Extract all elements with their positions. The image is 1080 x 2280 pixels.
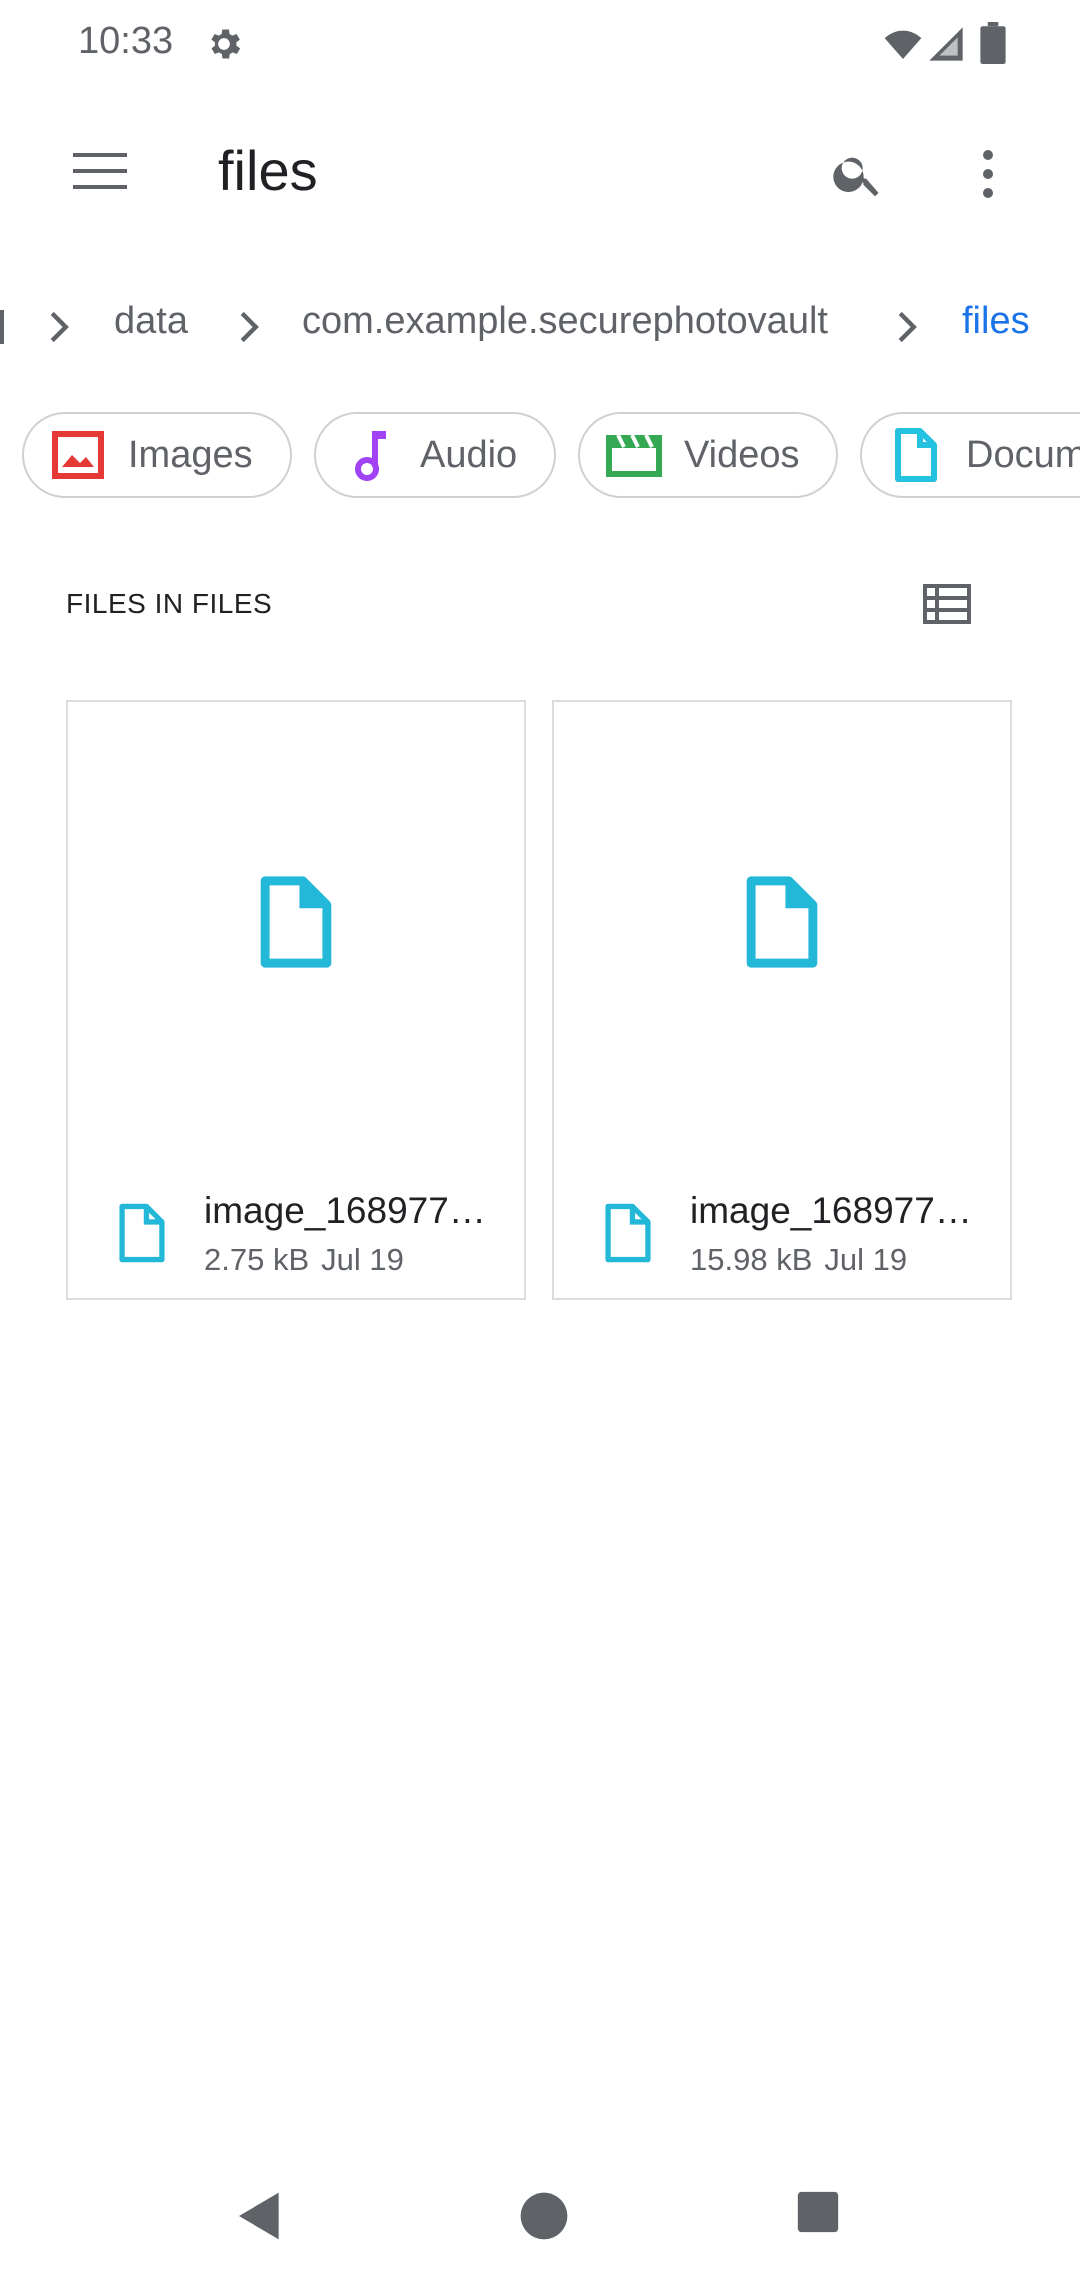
file-thumbnail-icon bbox=[260, 876, 332, 968]
list-view-icon bbox=[923, 584, 971, 624]
file-card[interactable]: image_168977… 15.98 kB Jul 19 bbox=[552, 700, 1012, 1300]
cell-signal-icon bbox=[929, 27, 963, 61]
movie-icon bbox=[606, 427, 662, 483]
file-size: 15.98 kB bbox=[690, 1242, 813, 1277]
settings-gear-icon bbox=[211, 29, 241, 59]
section-title: FILES IN FILES bbox=[66, 588, 273, 619]
file-name: image_168977… bbox=[204, 1190, 486, 1231]
chevron-right-icon bbox=[898, 311, 917, 343]
battery-icon bbox=[980, 22, 1006, 64]
file-details: 15.98 kB Jul 19 bbox=[690, 1242, 907, 1278]
navigation-menu-button[interactable] bbox=[60, 136, 140, 206]
search-icon bbox=[833, 157, 879, 197]
file-thumbnail bbox=[68, 702, 524, 1142]
file-date: Jul 19 bbox=[824, 1242, 908, 1277]
nav-back-button[interactable] bbox=[232, 2188, 288, 2244]
page-title: files bbox=[218, 139, 318, 202]
chip-videos[interactable]: Videos bbox=[578, 412, 838, 498]
breadcrumb-item-data[interactable]: data bbox=[114, 300, 188, 343]
chip-audio[interactable]: Audio bbox=[314, 412, 556, 498]
list-view-toggle-button[interactable] bbox=[912, 574, 982, 634]
wifi-icon bbox=[884, 30, 922, 59]
file-date: Jul 19 bbox=[321, 1242, 404, 1277]
file-type-icon bbox=[119, 1203, 165, 1263]
breadcrumb-item-files[interactable]: files bbox=[962, 300, 1030, 343]
more-vert-icon bbox=[983, 150, 993, 198]
breadcrumb-overflow-edge bbox=[0, 310, 4, 344]
more-options-button[interactable] bbox=[948, 134, 1028, 214]
file-name: image_168977… bbox=[690, 1190, 972, 1231]
chip-documents[interactable]: Documents bbox=[860, 412, 1080, 498]
chevron-right-icon bbox=[50, 311, 69, 343]
nav-home-button[interactable] bbox=[516, 2188, 572, 2244]
file-card[interactable]: image_168977… 2.75 kB Jul 19 bbox=[66, 700, 526, 1300]
breadcrumb: data com.example.securephotovault files bbox=[0, 290, 1080, 362]
file-thumbnail-icon bbox=[746, 876, 818, 968]
breadcrumb-item-package[interactable]: com.example.securephotovault bbox=[302, 300, 828, 343]
hamburger-menu-icon bbox=[73, 153, 127, 189]
image-icon bbox=[50, 427, 106, 483]
file-thumbnail bbox=[554, 702, 1010, 1142]
music-note-icon bbox=[342, 427, 398, 483]
search-button[interactable] bbox=[818, 134, 898, 214]
chevron-right-icon bbox=[240, 311, 259, 343]
document-icon bbox=[888, 427, 944, 483]
filter-chips: Images Audio Videos Docume bbox=[0, 412, 1080, 502]
file-type-icon bbox=[605, 1203, 651, 1263]
status-time: 10:33 bbox=[78, 20, 174, 62]
file-size: 2.75 kB bbox=[204, 1242, 310, 1277]
nav-recents-button[interactable] bbox=[796, 2190, 840, 2234]
file-details: 2.75 kB Jul 19 bbox=[204, 1242, 404, 1278]
chip-images[interactable]: Images bbox=[22, 412, 292, 498]
